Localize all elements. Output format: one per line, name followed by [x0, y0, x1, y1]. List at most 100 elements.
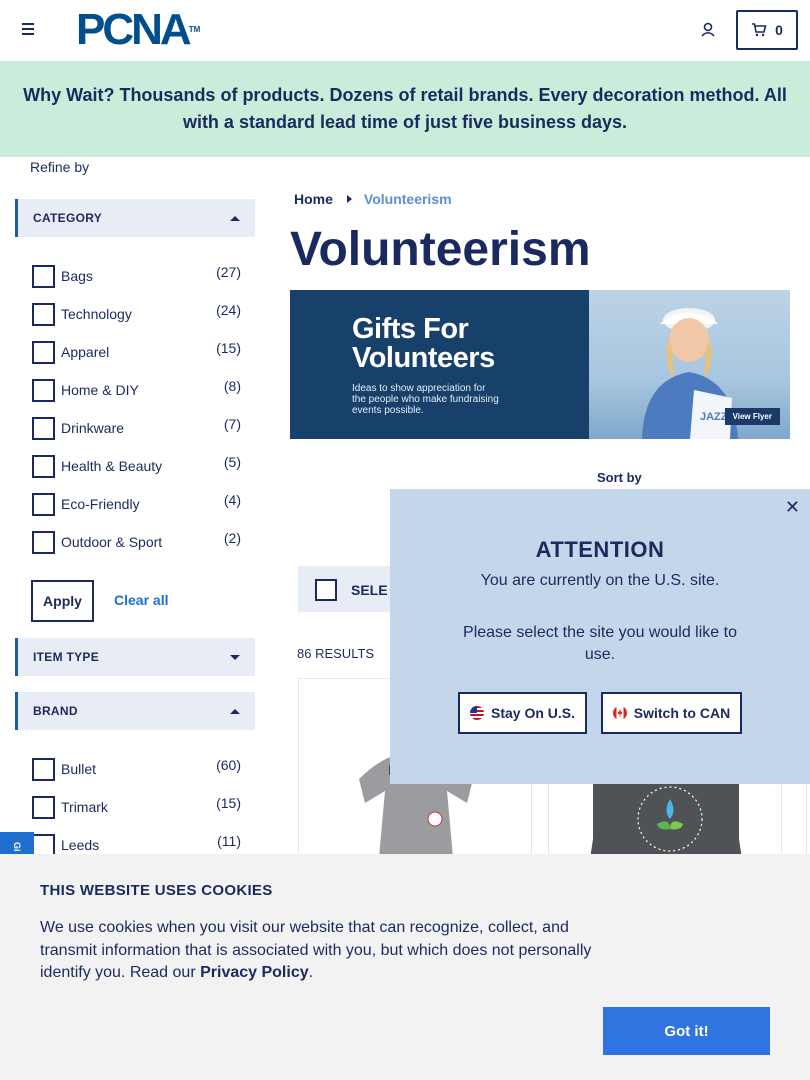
breadcrumb-current: Volunteerism: [363, 191, 452, 207]
breadcrumb: Home Volunteerism: [294, 191, 452, 207]
modal-title: ATTENTION: [535, 537, 665, 562]
facet-item-type-title: ITEM TYPE: [33, 650, 100, 664]
site-header: PCNATM 0: [0, 0, 810, 61]
facet-item-health-beauty[interactable]: Health & Beauty (5): [31, 454, 241, 478]
checkbox[interactable]: [32, 455, 55, 478]
cookie-banner: THIS WEBSITE USES COOKIES We use cookies…: [0, 854, 810, 1080]
facet-item-count: (8): [223, 378, 241, 394]
caret-down-icon: [230, 654, 240, 660]
hero-text-panel: Gifts For Volunteers Ideas to show appre…: [290, 290, 589, 439]
checkbox[interactable]: [32, 379, 55, 402]
page-title: Volunteerism: [290, 223, 591, 276]
checkbox[interactable]: [32, 303, 55, 326]
us-flag-icon: [469, 706, 484, 720]
logo-tm: TM: [188, 25, 201, 34]
facet-item-label: Health & Beauty: [61, 458, 163, 474]
stay-on-us-label: Stay On U.S.: [490, 705, 576, 721]
facet-item-count: (24): [216, 302, 241, 318]
got-it-button[interactable]: Got it!: [603, 1007, 770, 1055]
facet-item-drinkware[interactable]: Drinkware (7): [31, 416, 241, 440]
hero-heading: Gifts For Volunteers: [352, 315, 589, 373]
sort-by-label: Sort by: [597, 470, 642, 485]
facet-item-count: (27): [216, 264, 241, 280]
page: PCNATM 0 Why Wait? Thousands of products…: [0, 0, 810, 1080]
facet-item-count: (4): [223, 492, 241, 508]
facet-item-label: Drinkware: [61, 420, 125, 436]
promo-banner: Why Wait? Thousands of products. Dozens …: [0, 61, 810, 157]
facet-item-label: Home & DIY: [61, 382, 139, 398]
facet-item-count: (7): [223, 416, 241, 432]
select-all-label: SELE: [351, 582, 388, 598]
facet-item-count: (5): [223, 454, 241, 470]
hero-subtext: Ideas to show appreciation for the peopl…: [352, 383, 499, 416]
facet-item-bullet[interactable]: Bullet (60): [31, 757, 241, 781]
switch-to-can-button[interactable]: Switch to CAN: [601, 692, 742, 734]
caret-up-icon: [230, 215, 240, 221]
account-icon[interactable]: [698, 20, 718, 40]
facet-brand-title: BRAND: [33, 704, 78, 718]
facet-item-home-diy[interactable]: Home & DIY (8): [31, 378, 241, 402]
privacy-policy-link[interactable]: Privacy Policy: [200, 964, 309, 981]
apply-button[interactable]: Apply: [31, 580, 94, 622]
facet-item-label: Apparel: [61, 344, 110, 360]
cart-count: 0: [775, 22, 783, 38]
menu-icon[interactable]: [18, 20, 38, 40]
facet-category-title: CATEGORY: [33, 211, 103, 225]
results-count: 86 RESULTS: [297, 646, 375, 661]
facet-item-outdoor-sport[interactable]: Outdoor & Sport (2): [31, 530, 241, 554]
view-flyer-button[interactable]: View Flyer: [724, 408, 780, 425]
facet-item-count: (60): [216, 757, 241, 773]
facet-item-label: Trimark: [61, 799, 108, 815]
facet-item-label: Technology: [61, 306, 132, 322]
cookie-title: THIS WEBSITE USES COOKIES: [40, 882, 273, 899]
cart-button[interactable]: 0: [736, 10, 798, 50]
close-icon[interactable]: ✕: [785, 497, 800, 518]
facet-item-count: (15): [216, 795, 241, 811]
hero-heading-line2: Volunteers: [352, 342, 495, 374]
modal-message-current-site: You are currently on the U.S. site.: [480, 572, 720, 589]
site-selector-modal: ✕ ATTENTION You are currently on the U.S…: [390, 489, 810, 784]
breadcrumb-home[interactable]: Home: [294, 191, 333, 207]
checkbox[interactable]: [32, 531, 55, 554]
caret-up-icon: [230, 708, 240, 714]
logo-text: PCNA: [76, 5, 192, 54]
checkbox[interactable]: [32, 265, 55, 288]
hero-banner[interactable]: Gifts For Volunteers Ideas to show appre…: [290, 290, 790, 439]
clear-all-link[interactable]: Clear all: [114, 592, 168, 608]
checkbox[interactable]: [32, 417, 55, 440]
facet-item-count: (11): [217, 833, 241, 849]
select-all-checkbox[interactable]: [315, 579, 337, 601]
cookie-end: .: [308, 964, 314, 981]
facet-item-label: Leeds: [61, 837, 100, 853]
promo-text: Why Wait? Thousands of products. Dozens …: [23, 85, 787, 132]
facet-category-header[interactable]: CATEGORY: [15, 199, 255, 237]
breadcrumb-separator-icon: [346, 195, 352, 203]
facet-item-label: Eco-Friendly: [61, 496, 140, 512]
checkbox[interactable]: [32, 758, 55, 781]
facet-item-label: Outdoor & Sport: [61, 534, 163, 550]
facet-item-trimark[interactable]: Trimark (15): [31, 795, 241, 819]
checkbox[interactable]: [32, 341, 55, 364]
facet-item-eco-friendly[interactable]: Eco-Friendly (4): [31, 492, 241, 516]
facet-brand-header[interactable]: BRAND: [15, 692, 255, 730]
checkbox[interactable]: [32, 493, 55, 516]
cookie-text: We use cookies when you visit our websit…: [40, 917, 610, 985]
pcna-logo[interactable]: PCNATM: [76, 8, 201, 52]
facet-item-label: Bullet: [61, 761, 97, 777]
stay-on-us-button[interactable]: Stay On U.S.: [458, 692, 587, 734]
hero-photo: JAZZ FEST View Flyer: [589, 290, 790, 439]
facet-item-technology[interactable]: Technology (24): [31, 302, 241, 326]
modal-message-select-site: Please select the site you would like to…: [463, 624, 737, 663]
facet-item-type-header[interactable]: ITEM TYPE: [15, 638, 255, 676]
hero-heading-line1: Gifts For: [352, 313, 469, 345]
canada-flag-icon: [612, 706, 627, 720]
cart-icon: [752, 23, 767, 37]
checkbox[interactable]: [32, 796, 55, 819]
facet-item-count: (15): [216, 340, 241, 356]
facet-item-count: (2): [223, 530, 241, 546]
facet-item-apparel[interactable]: Apparel (15): [31, 340, 241, 364]
facet-item-label: Bags: [61, 268, 93, 284]
cookie-body: We use cookies when you visit our websit…: [40, 919, 592, 981]
refine-by-label: Refine by: [30, 159, 90, 175]
facet-item-bags[interactable]: Bags (27): [31, 264, 241, 288]
